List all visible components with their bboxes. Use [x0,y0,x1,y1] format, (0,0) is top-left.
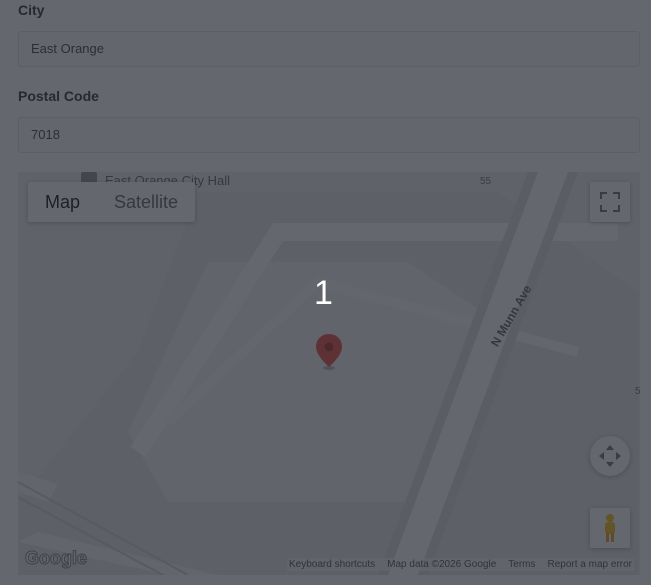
map-type-control: Map Satellite [28,182,196,222]
map-attribution: Keyboard shortcuts Map data ©2026 Google… [286,558,634,571]
map-tiles[interactable] [18,172,640,575]
city-input[interactable]: East Orange [18,31,640,67]
step-number: 1 [314,274,333,312]
terms-link[interactable]: Terms [508,559,535,570]
map-data-text: Map data ©2026 Google [387,559,497,570]
postal-code-input[interactable]: 7018 [18,117,640,153]
report-map-error-link[interactable]: Report a map error [548,559,632,570]
camera-control-button[interactable] [590,436,630,476]
camera-move-icon [599,445,621,467]
pegman-icon [605,514,615,542]
map-view[interactable]: East Orange City Hall N Munn Ave 55 5 Ma… [18,172,640,575]
postal-code-label: Postal Code [18,88,99,104]
map-type-satellite-button[interactable]: Satellite [97,182,195,222]
city-label: City [18,2,45,18]
fullscreen-button[interactable] [590,182,630,222]
route-number: 55 [480,176,492,187]
keyboard-shortcuts-link[interactable]: Keyboard shortcuts [289,559,375,570]
fullscreen-icon [600,192,620,212]
street-view-button[interactable] [590,508,630,548]
map-type-map-button[interactable]: Map [28,182,97,222]
route-number-edge: 5 [635,386,640,397]
google-logo[interactable]: Google [25,548,88,569]
